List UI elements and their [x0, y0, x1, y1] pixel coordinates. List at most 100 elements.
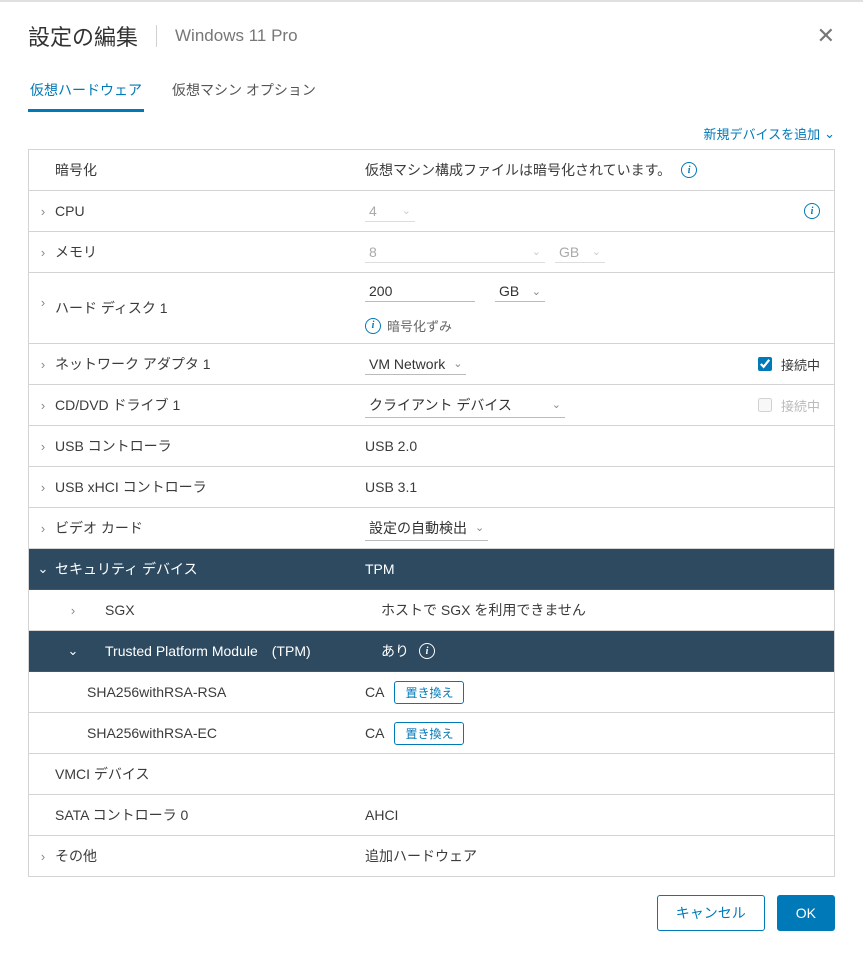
row-sha-rsa: SHA256withRSA-RSA CA 置き換え — [29, 672, 834, 713]
row-network-adapter: › ネットワーク アダプタ 1 VM Network ⌄ 接続中 — [29, 344, 834, 385]
chevron-down-icon: ⌄ — [592, 245, 601, 258]
sha-ec-replace-button[interactable]: 置き換え — [394, 722, 464, 745]
row-hard-disk: › ハード ディスク 1 200 GB ⌄ i 暗号化ずみ — [29, 273, 834, 344]
chevron-down-icon: ⌄ — [532, 285, 541, 298]
network-connected-checkbox[interactable] — [758, 357, 772, 371]
chevron-down-icon: ⌄ — [532, 245, 541, 258]
disk-encrypted-label: 暗号化ずみ — [387, 316, 452, 335]
add-device-label: 新規デバイスを追加 — [703, 124, 820, 143]
sata-label: SATA コントローラ 0 — [51, 805, 188, 825]
disk-unit: GB — [499, 283, 524, 299]
security-label: セキュリティ デバイス — [51, 559, 198, 579]
chevron-right-icon[interactable]: › — [35, 357, 51, 372]
network-connected-label: 接続中 — [781, 355, 820, 374]
network-select[interactable]: VM Network ⌄ — [365, 354, 466, 375]
tpm-label: Trusted Platform Module (TPM) — [81, 641, 311, 661]
usbxhci-label: USB xHCI コントローラ — [51, 477, 207, 497]
other-label: その他 — [51, 846, 97, 866]
info-icon[interactable]: i — [804, 203, 820, 219]
chevron-down-icon[interactable]: ⌄ — [35, 561, 51, 577]
chevron-right-icon[interactable]: › — [35, 439, 51, 454]
cpu-value: 4 — [369, 203, 394, 219]
row-tpm: ⌄ Trusted Platform Module (TPM) あり i — [29, 631, 834, 672]
chevron-right-icon[interactable]: › — [35, 245, 51, 260]
sha-rsa-value: CA — [365, 684, 384, 700]
dialog-title: 設定の編集 — [28, 20, 138, 52]
close-icon[interactable]: ✕ — [817, 25, 835, 47]
info-icon[interactable]: i — [681, 162, 697, 178]
usb-value: USB 2.0 — [365, 438, 417, 454]
info-icon[interactable]: i — [419, 643, 435, 659]
sha-rsa-label: SHA256withRSA-RSA — [51, 684, 226, 700]
usbxhci-value: USB 3.1 — [365, 479, 417, 495]
row-sata: SATA コントローラ 0 AHCI — [29, 795, 834, 836]
sgx-value: ホストで SGX を利用できません — [381, 600, 586, 620]
dialog-subtitle: Windows 11 Pro — [175, 26, 298, 46]
row-video-card: › ビデオ カード 設定の自動検出 ⌄ — [29, 508, 834, 549]
chevron-right-icon[interactable]: › — [35, 295, 51, 310]
chevron-down-icon: ⌄ — [453, 357, 462, 370]
encryption-label: 暗号化 — [51, 160, 97, 180]
sha-rsa-replace-button[interactable]: 置き換え — [394, 681, 464, 704]
memory-value: 8 — [369, 244, 524, 260]
disk-unit-select[interactable]: GB ⌄ — [495, 281, 545, 302]
chevron-right-icon[interactable]: › — [35, 480, 51, 495]
info-icon[interactable]: i — [365, 318, 381, 334]
tpm-value: あり — [381, 641, 409, 661]
chevron-down-icon[interactable]: ⌄ — [65, 643, 81, 659]
cddvd-value: クライアント デバイス — [369, 395, 544, 415]
row-sgx: › SGX ホストで SGX を利用できません — [29, 590, 834, 631]
video-label: ビデオ カード — [51, 518, 143, 538]
encryption-value: 仮想マシン構成ファイルは暗号化されています。 — [365, 160, 671, 180]
memory-unit-select[interactable]: GB ⌄ — [555, 242, 605, 263]
row-memory: › メモリ 8 ⌄ GB ⌄ — [29, 232, 834, 273]
chevron-right-icon[interactable]: › — [35, 849, 51, 864]
security-value: TPM — [365, 561, 395, 577]
chevron-down-icon: ⌄ — [552, 398, 561, 411]
other-value: 追加ハードウェア — [365, 846, 477, 866]
tab-virtual-hardware[interactable]: 仮想ハードウェア — [28, 74, 144, 112]
cddvd-connected-checkbox — [758, 398, 772, 412]
header-divider — [156, 25, 157, 47]
cddvd-select[interactable]: クライアント デバイス ⌄ — [365, 393, 565, 418]
row-usb-controller: › USB コントローラ USB 2.0 — [29, 426, 834, 467]
tab-vm-options[interactable]: 仮想マシン オプション — [170, 74, 318, 112]
cpu-select[interactable]: 4 ⌄ — [365, 201, 415, 222]
row-cpu: › CPU 4 ⌄ i — [29, 191, 834, 232]
network-value: VM Network — [369, 356, 445, 372]
memory-value-select[interactable]: 8 ⌄ — [365, 242, 545, 263]
row-cddvd: › CD/DVD ドライブ 1 クライアント デバイス ⌄ 接続中 — [29, 385, 834, 426]
chevron-right-icon[interactable]: › — [65, 603, 81, 618]
video-select[interactable]: 設定の自動検出 ⌄ — [365, 516, 488, 541]
vmci-label: VMCI デバイス — [51, 764, 149, 784]
disk-size-input[interactable]: 200 — [365, 281, 475, 302]
chevron-right-icon[interactable]: › — [35, 398, 51, 413]
row-sha-ec: SHA256withRSA-EC CA 置き換え — [29, 713, 834, 754]
row-other: › その他 追加ハードウェア — [29, 836, 834, 877]
cddvd-label: CD/DVD ドライブ 1 — [51, 395, 180, 415]
row-vmci: VMCI デバイス — [29, 754, 834, 795]
video-value: 設定の自動検出 — [369, 518, 467, 538]
sgx-label: SGX — [81, 602, 135, 618]
cpu-label: CPU — [51, 203, 85, 219]
memory-unit: GB — [559, 244, 584, 260]
sata-value: AHCI — [365, 807, 398, 823]
row-usb-xhci-controller: › USB xHCI コントローラ USB 3.1 — [29, 467, 834, 508]
usb-label: USB コントローラ — [51, 436, 172, 456]
disk-label: ハード ディスク 1 — [51, 298, 168, 318]
chevron-right-icon[interactable]: › — [35, 521, 51, 536]
ok-button[interactable]: OK — [777, 895, 835, 931]
add-device-link[interactable]: 新規デバイスを追加 ⌄ — [703, 124, 835, 143]
chevron-down-icon: ⌄ — [824, 126, 835, 142]
cancel-button[interactable]: キャンセル — [657, 895, 765, 931]
sha-ec-value: CA — [365, 725, 384, 741]
sha-ec-label: SHA256withRSA-EC — [51, 725, 217, 741]
chevron-down-icon: ⌄ — [475, 521, 484, 534]
memory-label: メモリ — [51, 242, 97, 262]
chevron-right-icon[interactable]: › — [35, 204, 51, 219]
row-encryption: 暗号化 仮想マシン構成ファイルは暗号化されています。 i — [29, 150, 834, 191]
network-label: ネットワーク アダプタ 1 — [51, 354, 211, 374]
cddvd-connected-label: 接続中 — [781, 396, 820, 415]
chevron-down-icon: ⌄ — [402, 204, 411, 217]
row-security-device: ⌄ セキュリティ デバイス TPM — [29, 549, 834, 590]
